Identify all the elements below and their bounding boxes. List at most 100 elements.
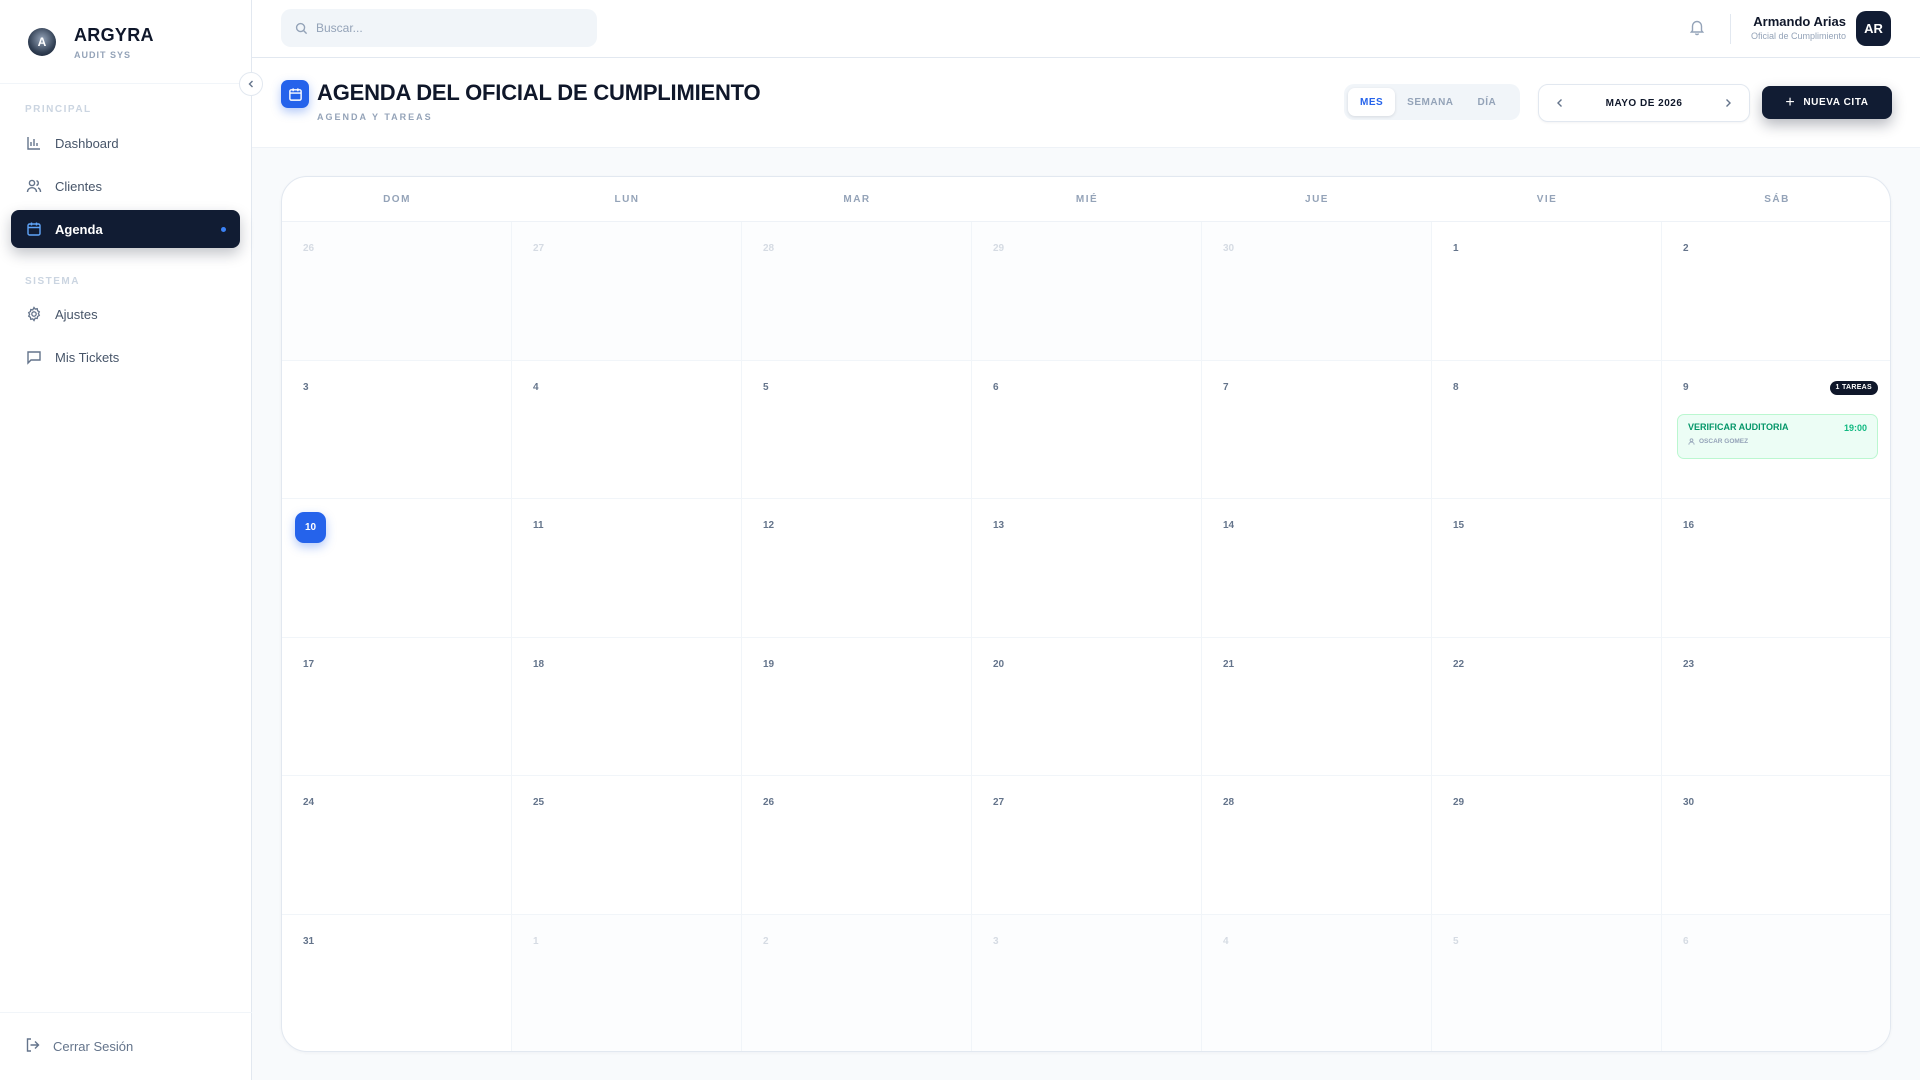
calendar-day[interactable]: 21 [1202, 637, 1432, 776]
users-icon [25, 177, 43, 195]
calendar-day[interactable]: 6 [972, 360, 1202, 499]
weekday-header: DOM [383, 193, 411, 205]
calendar-month-view: DOM LUN MAR MIÉ JUE VIE SÁB 26 27 28 29 30 1 2 3 4 5 6 7 8… [281, 176, 1891, 1052]
day-number: 22 [1453, 658, 1465, 670]
sidebar-item-label: Dashboard [55, 135, 119, 151]
sidebar-item-agenda[interactable]: Agenda [11, 210, 240, 248]
calendar-day[interactable]: 14 [1202, 499, 1432, 638]
calendar-day[interactable]: 26 [742, 776, 972, 915]
calendar-day[interactable]: 13 [972, 499, 1202, 638]
calendar-day[interactable]: 2 [1662, 222, 1890, 361]
calendar-day[interactable]: 17 [282, 637, 512, 776]
view-day-button[interactable]: DÍA [1466, 88, 1509, 116]
task-count-badge: 1 TAREAS [1829, 380, 1878, 395]
calendar-day[interactable]: 9 1 TAREAS VERIFICAR AUDITORIA 19:00 OSCAR G… [1662, 361, 1890, 499]
page-title: AGENDA DEL OFICIAL DE CUMPLIMIENTO [317, 80, 761, 105]
chevron-right-icon[interactable] [1721, 95, 1735, 111]
brand[interactable]: A ARGYRA AUDIT SYS [28, 18, 154, 66]
sidebar-item-dashboard[interactable]: Dashboard [11, 124, 240, 162]
calendar-day[interactable]: 3 [282, 360, 512, 499]
day-number: 10 [295, 512, 326, 543]
bar-chart-icon [25, 134, 43, 152]
day-number: 2 [1683, 243, 1689, 254]
calendar-day[interactable]: 12 [742, 499, 972, 638]
calendar-day[interactable]: 30 [1662, 776, 1890, 915]
calendar-day-today[interactable]: 10 [282, 499, 512, 638]
calendar-day[interactable]: 7 [1202, 360, 1432, 499]
sidebar-item-mis-tickets[interactable]: Mis Tickets [11, 338, 240, 376]
brand-divider [0, 83, 252, 84]
calendar-day[interactable]: 16 [1662, 499, 1890, 638]
day-number: 7 [1223, 381, 1229, 393]
search-input[interactable] [316, 21, 576, 35]
calendar-day[interactable]: 1 [512, 914, 742, 1051]
calendar-day[interactable]: 4 [512, 360, 742, 499]
calendar-day[interactable]: 19 [742, 637, 972, 776]
event-time: 19:00 [1843, 422, 1867, 433]
calendar-day[interactable]: 30 [1202, 222, 1432, 361]
day-number: 15 [1453, 520, 1465, 531]
calendar-day[interactable]: 29 [972, 222, 1202, 361]
calendar-day[interactable]: 20 [972, 637, 1202, 776]
view-week-button[interactable]: SEMANA [1395, 88, 1465, 116]
calendar-day[interactable]: 27 [972, 776, 1202, 915]
calendar-day[interactable]: 4 [1202, 914, 1432, 1051]
calendar-day[interactable]: 25 [512, 776, 742, 915]
day-number: 18 [533, 658, 545, 670]
current-month-label: MAYO DE 2026 [1605, 97, 1683, 109]
calendar-day[interactable]: 26 [282, 222, 512, 361]
view-month-button[interactable]: MES [1348, 88, 1396, 116]
calendar-day[interactable]: 5 [742, 360, 972, 499]
day-number: 16 [1683, 520, 1695, 531]
logout-button[interactable]: Cerrar Sesión [25, 1037, 133, 1056]
calendar-day[interactable]: 28 [742, 222, 972, 361]
page-header: AGENDA DEL OFICIAL DE CUMPLIMIENTO AGEND… [252, 58, 1920, 148]
calendar-day[interactable]: 27 [512, 222, 742, 361]
user-role: Oficial de Cumplimiento [1750, 31, 1846, 41]
user-info[interactable]: Armando Arias Oficial de Cumplimiento [1751, 14, 1846, 41]
calendar-day[interactable]: 29 [1432, 776, 1662, 915]
calendar-day[interactable]: 18 [512, 637, 742, 776]
calendar-day[interactable]: 3 [972, 914, 1202, 1051]
page-subtitle: AGENDA Y TAREAS [317, 112, 433, 122]
calendar-day[interactable]: 15 [1432, 499, 1662, 638]
sidebar-item-clientes[interactable]: Clientes [11, 167, 240, 205]
calendar-day[interactable]: 1 [1432, 222, 1662, 361]
month-navigator: MAYO DE 2026 [1538, 84, 1750, 122]
brand-subtitle: AUDIT SYS [74, 49, 132, 60]
new-appointment-button[interactable]: + NUEVA CITA [1762, 86, 1892, 119]
calendar-event[interactable]: VERIFICAR AUDITORIA 19:00 OSCAR GOMEZ [1677, 413, 1878, 459]
day-number: 11 [533, 520, 544, 531]
calendar-day[interactable]: 8 [1432, 360, 1662, 499]
sidebar-item-ajustes[interactable]: Ajustes [11, 295, 240, 333]
weekday-header: JUE [1305, 193, 1329, 205]
calendar-day[interactable]: 11 [512, 499, 742, 638]
weekday-header-row: DOM LUN MAR MIÉ JUE VIE SÁB [282, 177, 1890, 222]
view-toggle: MES SEMANA DÍA [1344, 84, 1520, 120]
calendar-day[interactable]: 24 [282, 776, 512, 915]
calendar-day[interactable]: 5 [1432, 914, 1662, 1051]
calendar-icon [25, 220, 43, 238]
day-number: 12 [763, 520, 775, 531]
user-icon [1688, 437, 1695, 445]
calendar-day[interactable]: 23 [1662, 638, 1890, 776]
calendar-day[interactable]: 22 [1432, 637, 1662, 776]
bell-icon[interactable] [1688, 18, 1708, 38]
calendar-day[interactable]: 31 [282, 914, 512, 1051]
sidebar-collapse-button[interactable] [239, 72, 263, 96]
avatar[interactable]: AR [1856, 11, 1891, 46]
calendar-day[interactable]: 6 [1662, 914, 1890, 1051]
calendar-day[interactable]: 28 [1202, 776, 1432, 915]
day-number: 25 [533, 797, 545, 808]
sidebar: A ARGYRA AUDIT SYS PRINCIPAL Dashboard C… [0, 0, 252, 1080]
day-number: 29 [1453, 797, 1465, 808]
day-number: 20 [993, 658, 1005, 670]
day-number: 24 [303, 797, 315, 808]
search-box[interactable] [281, 9, 597, 47]
chevron-left-icon[interactable] [1553, 95, 1567, 111]
day-number: 6 [1683, 935, 1689, 947]
day-number: 30 [1223, 243, 1235, 254]
day-number: 8 [1453, 381, 1459, 393]
calendar-day[interactable]: 2 [742, 914, 972, 1051]
weekday-header: LUN [614, 193, 640, 205]
